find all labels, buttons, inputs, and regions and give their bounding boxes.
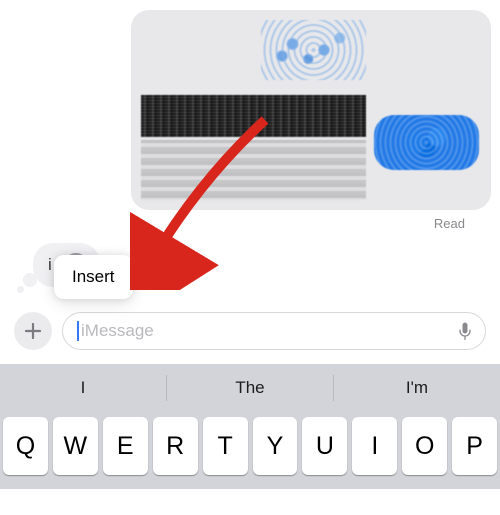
insert-popover[interactable]: Insert <box>54 255 133 299</box>
redacted-content <box>261 20 366 80</box>
text-cursor <box>77 321 79 341</box>
key-p[interactable]: P <box>452 417 497 475</box>
redacted-content <box>141 95 366 137</box>
microphone-icon[interactable] <box>455 321 475 341</box>
draft-text: i <box>48 255 52 275</box>
redacted-content <box>374 115 479 170</box>
key-i[interactable]: I <box>352 417 397 475</box>
insert-popover-label: Insert <box>72 267 115 286</box>
key-e[interactable]: E <box>103 417 148 475</box>
key-t[interactable]: T <box>203 417 248 475</box>
input-placeholder: iMessage <box>81 321 455 341</box>
quicktype-suggestion[interactable]: I <box>0 378 166 398</box>
key-r[interactable]: R <box>153 417 198 475</box>
message-input-bar: iMessage <box>0 304 500 364</box>
keyboard-row: Q W E R T Y U I O P <box>0 411 500 475</box>
quicktype-suggestion[interactable]: I'm <box>334 378 500 398</box>
add-attachment-button[interactable] <box>14 312 52 350</box>
quicktype-suggestion-bar: I The I'm <box>0 364 500 411</box>
key-o[interactable]: O <box>402 417 447 475</box>
redacted-content <box>141 140 366 200</box>
key-u[interactable]: U <box>302 417 347 475</box>
key-w[interactable]: W <box>53 417 98 475</box>
keyboard: I The I'm Q W E R T Y U I O P <box>0 364 500 489</box>
key-y[interactable]: Y <box>253 417 298 475</box>
key-q[interactable]: Q <box>3 417 48 475</box>
message-input[interactable]: iMessage <box>62 312 486 350</box>
read-receipt: Read <box>15 216 485 231</box>
received-message-bubble[interactable] <box>131 10 491 210</box>
quicktype-suggestion[interactable]: The <box>167 378 333 398</box>
plus-icon <box>23 321 43 341</box>
